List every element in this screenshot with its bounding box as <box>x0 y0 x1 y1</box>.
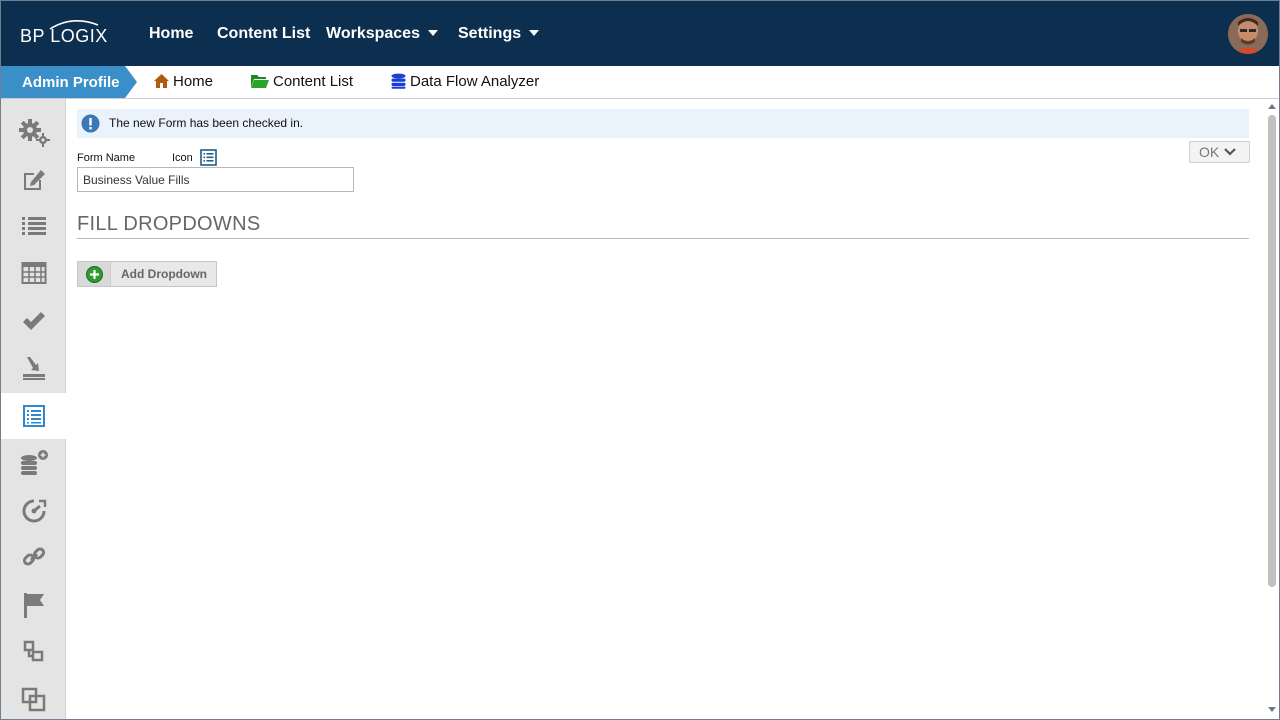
scroll-up-arrow-icon[interactable] <box>1268 103 1276 109</box>
breadcrumb-home[interactable]: Home <box>153 73 213 93</box>
breadcrumb-data-flow-analyzer[interactable]: Data Flow Analyzer <box>390 73 539 93</box>
sidebar-item-performance[interactable] <box>1 488 66 534</box>
add-icon-box <box>78 262 111 286</box>
folder-open-icon <box>251 75 269 88</box>
sidebar-item-overlap[interactable] <box>1 677 66 719</box>
sidebar-item-table[interactable] <box>1 250 66 296</box>
nav-home[interactable]: Home <box>149 24 193 44</box>
database-icon <box>391 73 406 89</box>
flag-icon <box>23 593 44 618</box>
admin-profile-label: Admin Profile <box>22 74 120 91</box>
top-navigation: BP LOGIX Home Content List Workspaces Se… <box>1 1 1279 66</box>
logo-text: BP LOGIX <box>20 26 108 46</box>
avatar-photo <box>1228 14 1268 54</box>
gears-icon <box>18 119 50 147</box>
user-avatar[interactable] <box>1228 14 1268 54</box>
sidebar-item-flags[interactable] <box>1 582 66 628</box>
table-icon <box>21 262 46 284</box>
bp-logix-logo[interactable]: BP LOGIX <box>20 19 107 47</box>
ok-button[interactable]: OK <box>1189 141 1250 163</box>
breadcrumb-data-flow-analyzer-label: Data Flow Analyzer <box>410 73 540 90</box>
nav-home-label: Home <box>149 25 194 42</box>
breadcrumb-content-list-label: Content List <box>273 73 354 90</box>
chevron-down-icon <box>1224 148 1236 156</box>
vertical-scrollbar[interactable] <box>1264 99 1279 719</box>
sidebar-item-links[interactable] <box>1 534 66 580</box>
scroll-down-arrow-icon[interactable] <box>1268 707 1276 713</box>
sidebar-item-hierarchy[interactable] <box>1 628 66 674</box>
nav-settings[interactable]: Settings <box>458 24 540 44</box>
icon-label: Icon <box>172 152 193 164</box>
app-window: BP LOGIX Home Content List Workspaces Se… <box>0 0 1280 720</box>
list-icon <box>21 217 46 235</box>
speedometer-icon <box>22 499 46 523</box>
sidebar-item-download[interactable] <box>1 345 66 391</box>
nav-workspaces[interactable]: Workspaces <box>326 24 438 44</box>
caret-down-icon <box>529 30 540 36</box>
link-icon <box>22 547 45 566</box>
nav-settings-label: Settings <box>458 25 522 42</box>
sidebar-item-list[interactable] <box>1 203 66 249</box>
sidebar-item-forms[interactable] <box>1 393 67 439</box>
form-icon-picker-icon[interactable] <box>200 149 217 166</box>
plus-circle-icon <box>85 265 103 283</box>
section-divider <box>77 238 1249 239</box>
form-name-input[interactable] <box>77 167 354 192</box>
notice-text: The new Form has been checked in. <box>109 116 304 130</box>
left-sidebar <box>1 99 67 719</box>
ok-button-label: OK <box>1199 144 1220 160</box>
breadcrumb-content-list[interactable]: Content List <box>250 73 353 93</box>
admin-profile-tab[interactable]: Admin Profile <box>1 66 137 98</box>
download-tray-icon <box>22 357 45 380</box>
form-list-icon <box>23 405 45 427</box>
nav-content-list[interactable]: Content List <box>217 24 310 44</box>
scrollbar-thumb[interactable] <box>1268 115 1276 587</box>
nav-content-list-label: Content List <box>217 25 311 42</box>
breadcrumb-home-label: Home <box>173 73 214 90</box>
overlap-icon <box>21 687 45 712</box>
checkmark-icon <box>22 312 45 330</box>
add-dropdown-button[interactable]: Add Dropdown <box>77 261 217 287</box>
form-name-label: Form Name <box>77 152 136 164</box>
add-dropdown-label: Add Dropdown <box>121 267 207 281</box>
caret-down-icon <box>427 30 438 36</box>
breadcrumb-bar: Admin Profile Home Content List Data Flo… <box>1 66 1279 99</box>
nav-workspaces-label: Workspaces <box>326 25 420 42</box>
sidebar-item-edit[interactable] <box>1 157 66 203</box>
sidebar-item-approvals[interactable] <box>1 298 66 344</box>
section-title: FILL DROPDOWNS <box>77 213 261 235</box>
home-icon <box>154 74 169 88</box>
edit-icon <box>23 170 45 190</box>
checkin-notice: The new Form has been checked in. <box>77 109 1249 138</box>
info-exclamation-icon <box>81 114 100 133</box>
hierarchy-icon <box>23 640 43 662</box>
sidebar-item-settings[interactable] <box>1 109 66 155</box>
sidebar-item-data-sources[interactable] <box>1 440 66 486</box>
database-add-icon <box>20 450 48 475</box>
